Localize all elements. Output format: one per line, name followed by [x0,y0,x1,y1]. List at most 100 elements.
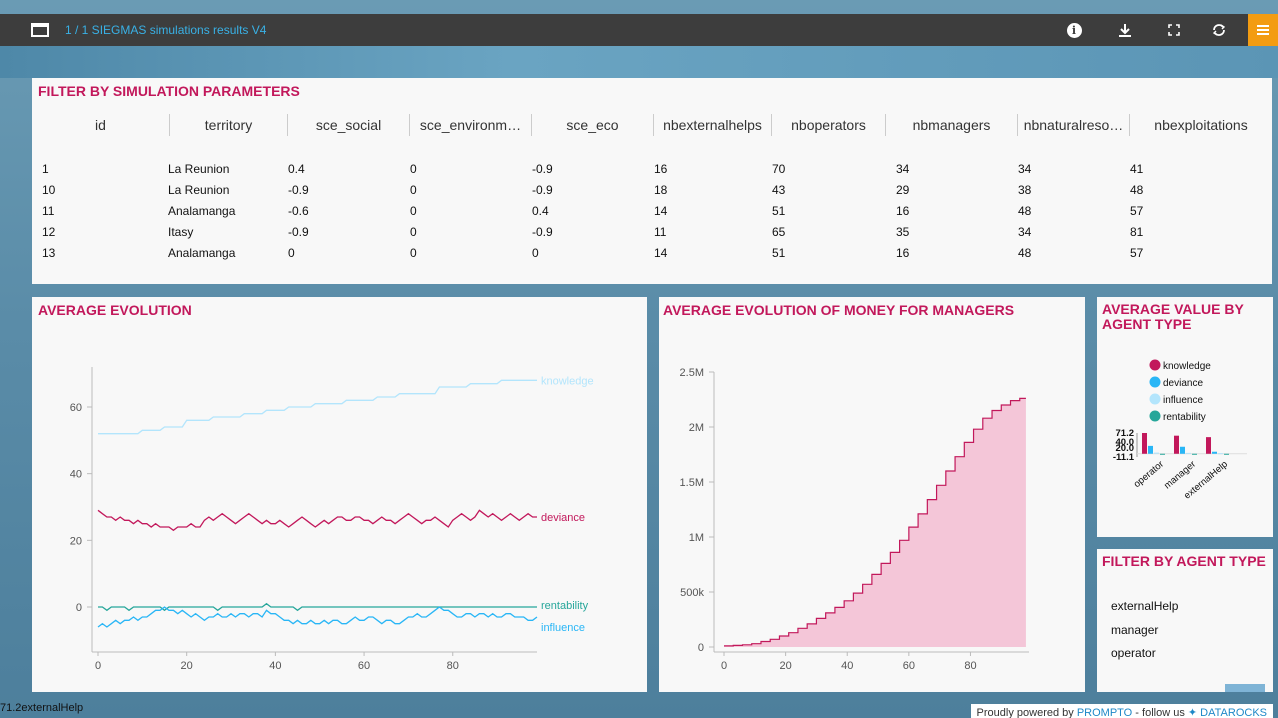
table-cell: -0.9 [288,225,309,239]
table-cell: 14 [654,246,668,260]
legend-dot-knowledge [1149,359,1161,371]
table-cell: 29 [896,183,910,197]
table-cell: 57 [1130,204,1144,218]
bar-rentability-manager [1192,453,1197,455]
table-cell: 12 [42,225,56,239]
agent-item-operator[interactable]: operator [1111,646,1156,660]
col-header-nbnaturalresources[interactable]: nbnaturalreso… [1018,114,1130,136]
bar-influence-externalHelp [1218,453,1223,455]
legend-label-rentability: rentability [1163,412,1206,423]
download-button[interactable] [1110,14,1140,46]
col-header-nbmanagers[interactable]: nbmanagers [886,114,1018,136]
table-cell: 34 [1018,225,1032,239]
table-cell: 43 [772,183,786,197]
table-cell: 0 [410,225,417,239]
table-cell: 51 [772,204,786,218]
agent-filter-panel: FILTER BY AGENT TYPE externalHelp manage… [1097,549,1273,692]
menu-button[interactable] [1248,14,1278,46]
download-icon [1119,24,1131,37]
follow-text: - follow us [1132,707,1188,718]
series-label-deviance: deviance [541,512,585,524]
col-header-territory[interactable]: territory [170,114,288,136]
info-button[interactable]: i [1059,14,1089,46]
y-tick-label: 1.5M [680,477,704,489]
table-cell: 0 [410,246,417,260]
table-cell: 16 [896,246,910,260]
table-cell: 48 [1018,246,1032,260]
top-bar: 1 / 1 SIEGMAS simulations results V4 i [0,14,1278,46]
table-row[interactable]: 10 La Reunion -0.9 0 -0.9 18 43 29 38 48 [32,180,1272,200]
table-cell: 70 [772,162,786,176]
x-tick-label: 80 [964,660,976,672]
filter-simulation-panel: FILTER BY SIMULATION PARAMETERS id terri… [32,78,1272,284]
series-label-knowledge: knowledge [541,375,594,387]
col-header-sce-environment[interactable]: sce_environm… [410,114,532,136]
agent-item-manager[interactable]: manager [1111,623,1158,637]
series-label-influence: influence [541,622,585,634]
table-cell: Analamanga [168,204,236,218]
x-tick-label: 80 [447,660,459,672]
series-label-rentability: rentability [541,600,589,612]
table-cell: La Reunion [168,183,230,197]
table-cell: -0.9 [532,162,553,176]
x-tick-label: 20 [181,660,193,672]
y-tick-label: 20 [70,535,82,547]
y-tick-label: 2.5M [680,367,704,379]
fullscreen-icon [1168,24,1180,36]
table-cell: 51 [772,246,786,260]
powered-by-footer: Proudly powered by PROMPTO - follow us ✦… [970,704,1273,718]
table-cell: 18 [654,183,668,197]
table-cell: 34 [1018,162,1032,176]
table-cell: 0 [532,246,539,260]
table-row[interactable]: 12 Itasy -0.9 0 -0.9 11 65 35 34 81 [32,222,1272,242]
y-tick-label: 40 [70,469,82,481]
average-evolution-panel: AVERAGE EVOLUTION 0 20 40 60 0 20 40 60 80 knowle… [32,297,647,692]
bar-deviance-manager [1180,446,1185,454]
y-tick-label: -11.1 [1113,452,1135,463]
agent-filter-scroll-handle[interactable] [1225,684,1265,692]
table-row[interactable]: 1 La Reunion 0.4 0 -0.9 16 70 34 34 41 [32,159,1272,179]
legend-label-knowledge: knowledge [1163,361,1211,372]
col-header-nboperators[interactable]: nboperators [772,114,886,136]
col-header-sce-eco[interactable]: sce_eco [532,114,654,136]
col-header-nbexploitations[interactable]: nbexploitations [1130,114,1272,136]
table-row[interactable]: 11 Analamanga -0.6 0 0.4 14 51 16 48 57 [32,201,1272,221]
prompto-link[interactable]: PROMPTO [1077,707,1132,718]
legend-dot-influence [1149,393,1161,405]
table-cell: 41 [1130,162,1144,176]
table-cell: 13 [42,246,56,260]
agent-item-externalhelp[interactable]: externalHelp [1111,599,1178,613]
table-header: id territory sce_social sce_environm… sc… [32,114,1272,136]
col-header-nbexternalhelps[interactable]: nbexternalhelps [654,114,772,136]
table-row[interactable]: 13 Analamanga 0 0 0 14 51 16 48 57 [32,243,1272,263]
bar-deviance-operator [1148,445,1153,454]
table-cell: 48 [1130,183,1144,197]
x-tick-label: 40 [269,660,281,672]
money-managers-chart: 0 500k 1M 1.5M 2M 2.5M 0 20 40 60 80 [680,367,1029,672]
info-icon: i [1066,22,1082,38]
table-cell: 34 [896,162,910,176]
bar-knowledge-externalHelp [1206,437,1211,454]
window-icon[interactable] [31,23,49,37]
y-tick-label: 60 [70,402,82,414]
series-line-knowledge [98,379,537,435]
y-tick-label: 1M [689,532,704,544]
x-tick-label: operator [1132,459,1166,490]
twitter-icon[interactable]: ✦ [1188,707,1200,718]
table-cell: -0.9 [532,225,553,239]
table-cell: 81 [1130,225,1144,239]
refresh-button[interactable] [1204,14,1234,46]
fullscreen-button[interactable] [1159,14,1189,46]
col-header-sce-social[interactable]: sce_social [288,114,410,136]
table-cell: 1 [42,162,49,176]
table-cell: 16 [654,162,668,176]
x-tick-label: 0 [721,660,727,672]
datarocks-link[interactable]: DATAROCKS [1200,707,1267,718]
col-header-id[interactable]: id [32,114,170,136]
table-cell: 0 [410,183,417,197]
bar-deviance-externalHelp [1212,451,1217,454]
legend-label-influence: influence [1163,395,1203,406]
refresh-icon [1212,24,1226,36]
table-cell: -0.9 [288,183,309,197]
table-cell: 16 [896,204,910,218]
